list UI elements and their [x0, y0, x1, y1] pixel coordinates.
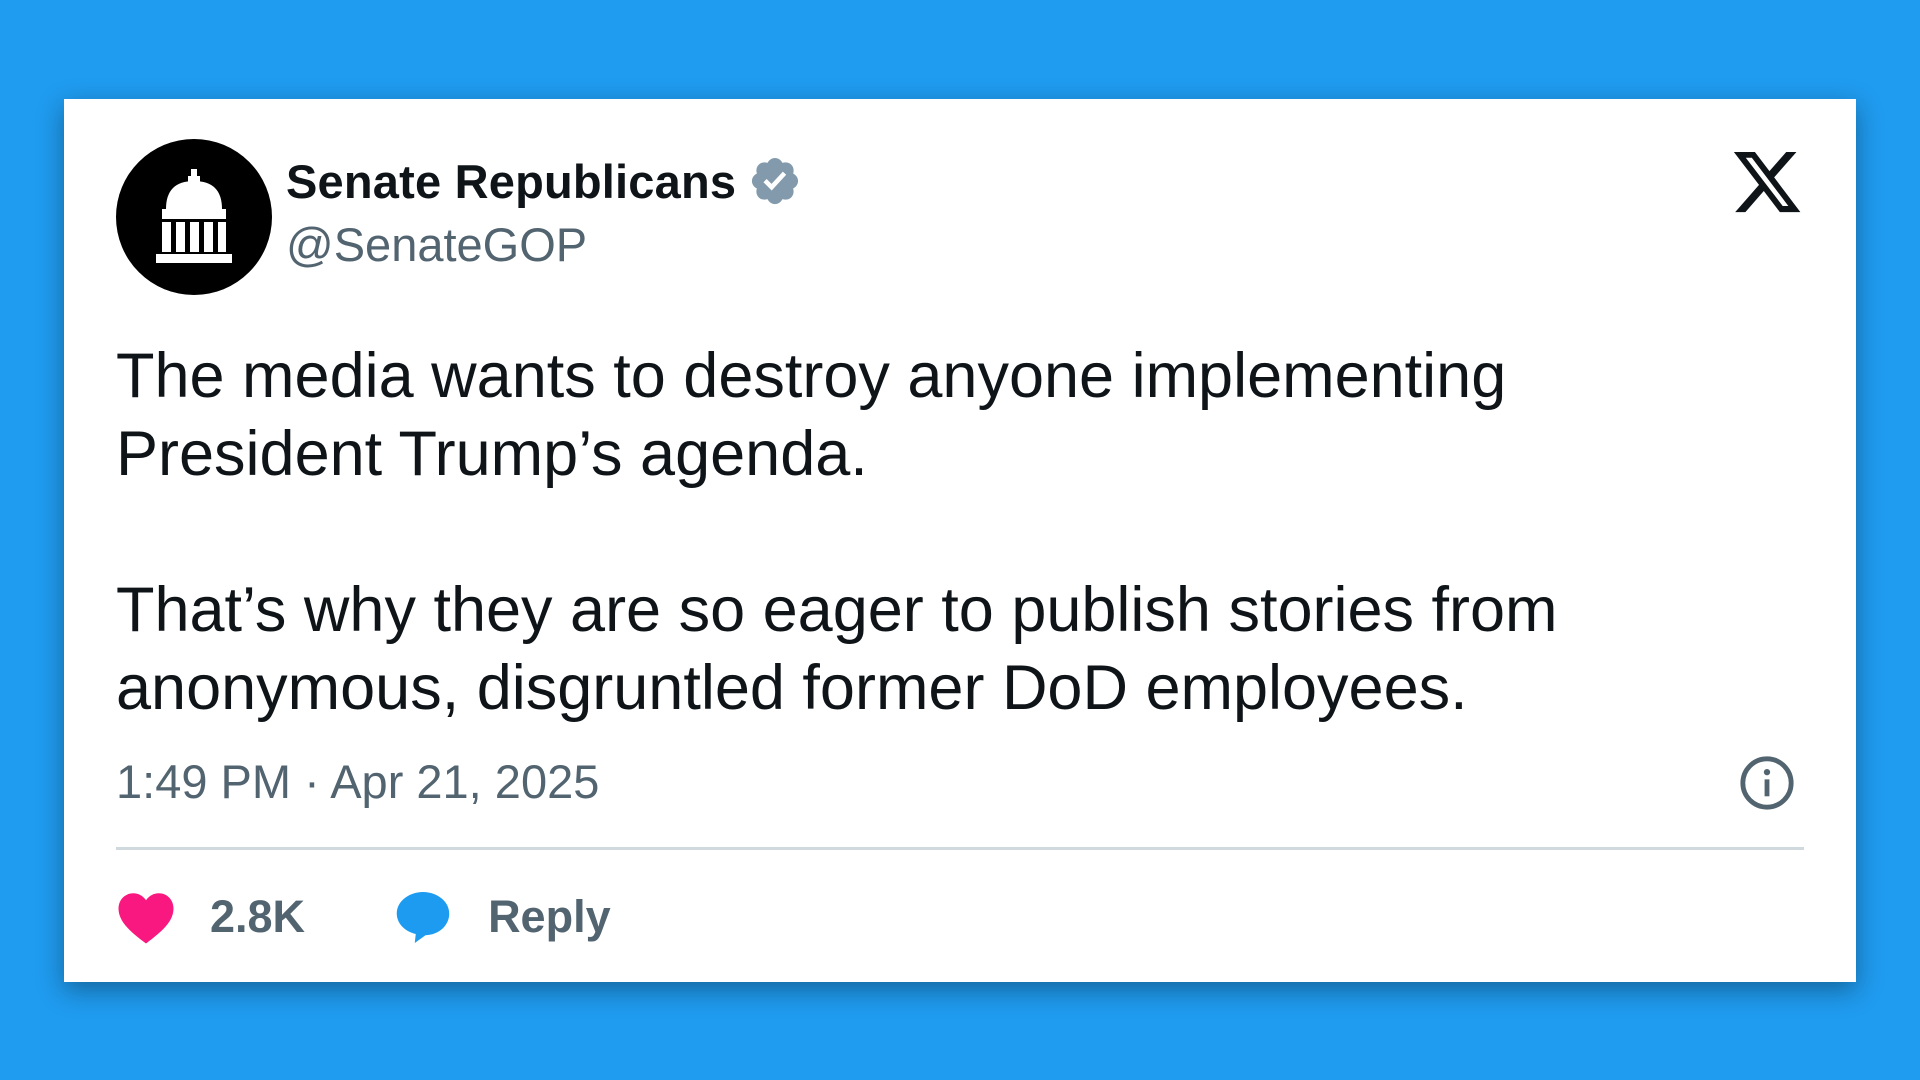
- like-button[interactable]: 2.8K: [42, 889, 305, 945]
- tweet-actions: 2.8K Reply: [116, 884, 611, 950]
- display-name[interactable]: Senate Republicans: [286, 154, 736, 209]
- account-info: Senate Republicans @SenateGOP: [286, 151, 802, 272]
- like-count: 2.8K: [210, 891, 306, 942]
- speech-bubble-icon: [393, 887, 453, 947]
- tweet-paragraph: That’s why they are so eager to publish …: [116, 575, 1558, 723]
- verified-badge-icon: [748, 154, 802, 208]
- capitol-dome-icon: [156, 169, 232, 263]
- account-handle[interactable]: @SenateGOP: [286, 217, 802, 272]
- avatar[interactable]: [116, 139, 272, 295]
- tweet-header: Senate Republicans @SenateGOP: [116, 139, 1804, 299]
- divider: [116, 847, 1804, 850]
- tweet-text: The media wants to destroy anyone implem…: [116, 337, 1776, 727]
- x-logo-icon[interactable]: [1730, 145, 1804, 219]
- tweet-card: Senate Republicans @SenateGOP The media …: [64, 99, 1856, 982]
- tweet-paragraph: The media wants to destroy anyone implem…: [116, 341, 1507, 489]
- tweet-timestamp[interactable]: 1:49 PM · Apr 21, 2025: [116, 754, 599, 809]
- name-row: Senate Republicans: [286, 151, 802, 211]
- reply-label: Reply: [488, 891, 611, 942]
- info-icon[interactable]: [1738, 754, 1796, 812]
- heart-icon: [116, 889, 176, 945]
- reply-button[interactable]: Reply: [393, 887, 611, 947]
